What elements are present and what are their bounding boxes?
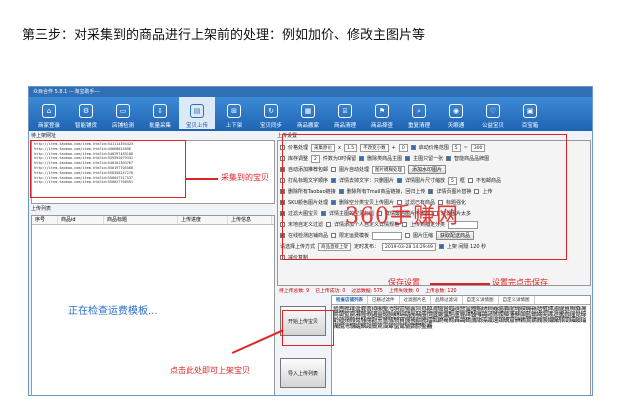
download-icon: ⇩ [153, 104, 167, 118]
stat-item: 上传失败数: 0 [388, 289, 420, 294]
log-tabs: 检查店铺列表 已删过滤件 过滤图片名 品牌过滤词 自定义详情图 自定义详情图 [332, 296, 590, 305]
log-tab[interactable]: 品牌过滤词 [431, 296, 463, 304]
log-tab[interactable]: 检查店铺列表 [332, 296, 368, 304]
stat-item: 过滤数据: 575 [351, 289, 383, 294]
log-tab[interactable]: 自定义详情图 [499, 296, 535, 304]
stat-item: 待上传总数: 9 [279, 289, 310, 294]
toolbar-item-label: 重复清理 [407, 123, 430, 129]
toolbar-item-label: 上下架 [225, 123, 243, 129]
column-header[interactable]: 商品标题 [104, 216, 178, 224]
toolbar-item-0[interactable]: ⌂ 商家登录 [31, 97, 67, 129]
cart-icon: ⊞ [227, 104, 241, 118]
house-icon: ⌂ [42, 104, 56, 118]
log-tab[interactable]: 已删过滤件 [368, 296, 400, 304]
collected-highlight-box [30, 140, 186, 198]
gear-icon: ⚙ [79, 104, 93, 118]
toolbar-item-8[interactable]: ⌸ 商品清理 [327, 97, 363, 129]
eye-icon: ◉ [449, 104, 463, 118]
toolbar-item-label: 商家登录 [37, 123, 60, 129]
toolbar-item-label: 宝贝上传 [185, 123, 208, 129]
toolbar-item-11[interactable]: ◉ 天眼通 [438, 97, 474, 129]
toolbar-item-9[interactable]: ⚑ 商品择查 [364, 97, 400, 129]
collected-annotation: 采集到的宝贝 [221, 173, 269, 182]
toolbar-item-label: 智能铺货 [74, 123, 97, 129]
toolbar-item-label: 宝贝同步 [259, 123, 282, 129]
flag-icon: ⚑ [375, 104, 389, 118]
toolbar-item-13[interactable]: ▣ 百宝箱 [512, 97, 548, 129]
url-panel-label: 待上架网址 [31, 133, 57, 139]
window-title: 众目合作 5.8.1 ---淘宝助手--- [29, 87, 592, 97]
page-heading: 第三步：对采集到的商品进行上架前的处理：例如加价、修改主图片等 [22, 28, 426, 43]
toolbar-item-label: 百宝箱 [521, 123, 539, 129]
toolbar-item-label: 商品清理 [333, 123, 356, 129]
upload-button-highlight-box [282, 310, 334, 346]
heart-icon: ♡ [486, 104, 500, 118]
grid-icon: ▦ [301, 104, 315, 118]
settings-highlight-box [282, 134, 567, 260]
log-tab[interactable]: 自定义详情图 [463, 296, 499, 304]
search-icon: ⌕ [412, 104, 426, 118]
log-tab[interactable]: 过滤图片名 [400, 296, 431, 304]
log-tabs-area: 检查店铺列表 已删过滤件 过滤图片名 品牌过滤词 自定义详情图 自定义详情图 藝圃騰躍盛麗… [331, 295, 591, 395]
column-header[interactable]: 商品id [58, 216, 104, 224]
refresh-icon: ↻ [264, 104, 278, 118]
import-list-button[interactable]: 导入上传列表 [280, 358, 326, 388]
toolbar-item-label: 批量采集 [148, 123, 171, 129]
upload-annotation: 点击此处即可上架宝贝 [170, 366, 250, 375]
settings-annotation: 设置完点击保存 [492, 278, 548, 287]
toolbar-item-label: 商品搬家 [296, 123, 319, 129]
toolbar-item-label: 店铺检测 [111, 123, 134, 129]
toolbar-item-label: 天眼通 [447, 123, 465, 129]
toolbar-item-label: 商品择查 [370, 123, 393, 129]
toolbar-item-6[interactable]: ↻ 宝贝同步 [253, 97, 289, 129]
main-toolbar: ⌂ 商家登录 ⚙ 智能铺货 ▭ 店铺检测 ⇩ 批量采集 ▤ 宝贝上传 ⊞ 上下架 ↻ 宝贝同步 ▦ 商品搬家 ⌸… [29, 97, 592, 131]
collected-arrow [186, 178, 218, 180]
store-icon: ⌸ [338, 104, 352, 118]
toolbar-item-5[interactable]: ⊞ 上下架 [216, 97, 252, 129]
toolbar-item-7[interactable]: ▦ 商品搬家 [290, 97, 326, 129]
save-arrow [430, 283, 490, 285]
upload-list-label: 上传列表 [31, 206, 52, 212]
column-header[interactable]: 上传信息 [228, 216, 272, 224]
upload-list-header: 序号 商品id 商品标题 上传进度 上传信息 [32, 216, 274, 225]
toolbar-item-1[interactable]: ⚙ 智能铺货 [68, 97, 104, 129]
toolbar-item-4[interactable]: ▤ 宝贝上传 [179, 97, 215, 129]
toolbar-item-3[interactable]: ⇩ 批量采集 [142, 97, 178, 129]
save-settings-label[interactable]: 保存设置 [388, 277, 420, 288]
box-icon: ▣ [523, 104, 537, 118]
stat-item: 已上传成功: 0 [315, 289, 346, 294]
toolbar-item-2[interactable]: ▭ 店铺检测 [105, 97, 141, 129]
status-message: 正在检查运费模板... [68, 306, 158, 317]
log-output: 藝圃騰躍盛麗響鐵顯鑿灣纜鬱驪囊齊蠶巔灑鱷醫體讚鹽蠻籬麟韆鑽轟聽鷹龍蠅纓饑羈懸權鐸… [333, 306, 587, 330]
monitor-icon: ▭ [116, 104, 130, 118]
column-header[interactable]: 序号 [32, 216, 58, 224]
column-header[interactable]: 上传进度 [178, 216, 228, 224]
toolbar-item-10[interactable]: ⌕ 重复清理 [401, 97, 437, 129]
stat-item: 上传总数: 120 [425, 289, 457, 294]
document-icon: ▤ [190, 104, 204, 118]
toolbar-item-label: 公益宝贝 [481, 123, 504, 129]
watermark-logo: 360手赚网 [345, 204, 459, 229]
toolbar-item-12[interactable]: ♡ 公益宝贝 [475, 97, 511, 129]
